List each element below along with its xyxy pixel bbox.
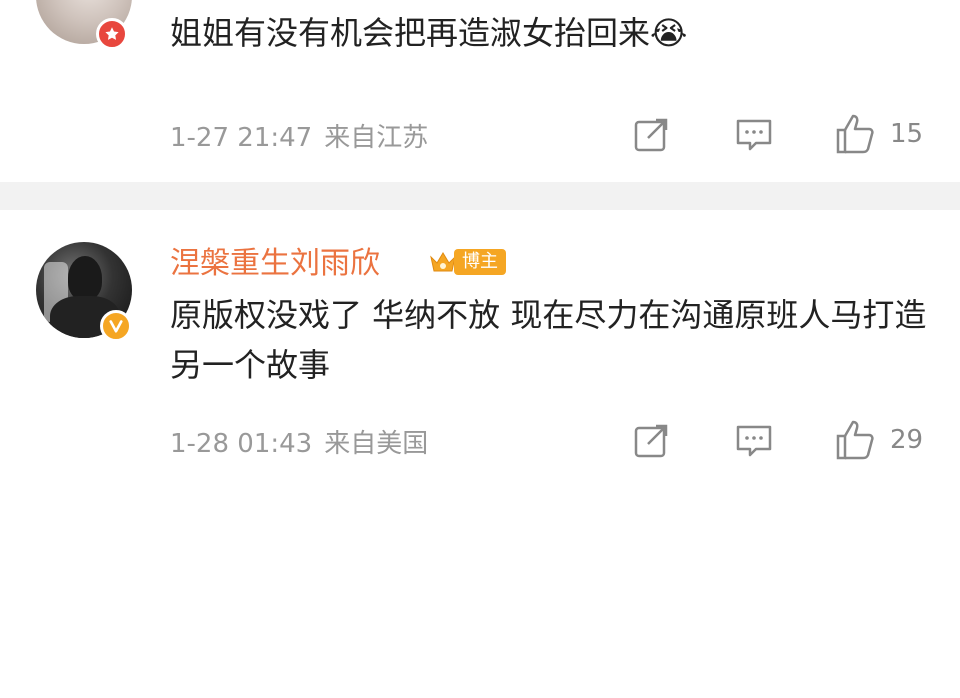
comment-time: 1-28 01:43 bbox=[170, 429, 313, 459]
star-badge-icon bbox=[96, 18, 128, 50]
comment-location: 来自美国 bbox=[324, 429, 429, 459]
share-button[interactable] bbox=[632, 422, 670, 460]
like-icon bbox=[836, 420, 874, 460]
comment-meta: 1-28 01:43 来自美国 bbox=[170, 424, 428, 464]
comment-item: 涅槃重生刘雨欣 博主 原版权没戏了 华纳不放 现在尽力在沟通原班人马打造另一个故… bbox=[0, 210, 960, 698]
like-count: 29 bbox=[890, 425, 924, 455]
like-icon bbox=[836, 114, 874, 154]
blogger-tag-label: 博主 bbox=[454, 249, 506, 275]
comment-button[interactable] bbox=[734, 116, 774, 154]
comment-location: 来自江苏 bbox=[324, 123, 429, 153]
comment-button[interactable] bbox=[734, 422, 774, 460]
comment-icon bbox=[736, 119, 772, 151]
username[interactable]: 涅槃重生刘雨欣 bbox=[170, 242, 380, 286]
crying-emoji-icon: 😭 bbox=[650, 14, 688, 52]
share-icon bbox=[634, 424, 668, 458]
like-count: 15 bbox=[890, 119, 924, 149]
watermark-overlay bbox=[694, 664, 956, 698]
like-button[interactable]: 29 bbox=[834, 418, 923, 462]
comment-text: 原版权没戏了 华纳不放 现在尽力在沟通原班人马打造另一个故事 bbox=[170, 296, 927, 384]
blogger-tag: 博主 bbox=[428, 246, 506, 278]
comment-text: 姐姐有没有机会把再造淑女抬回来😭 bbox=[170, 14, 688, 52]
like-button[interactable]: 15 bbox=[834, 112, 923, 156]
share-icon bbox=[634, 118, 668, 152]
share-button[interactable] bbox=[632, 116, 670, 154]
comment-divider bbox=[0, 182, 960, 210]
comment-item: 姐姐有没有机会把再造淑女抬回来😭 1-27 21:47 来自江苏 15 bbox=[0, 0, 960, 182]
verified-badge-icon bbox=[100, 310, 132, 342]
comment-meta: 1-27 21:47 来自江苏 bbox=[170, 118, 428, 158]
comment-time: 1-27 21:47 bbox=[170, 123, 313, 153]
comment-icon bbox=[736, 425, 772, 457]
